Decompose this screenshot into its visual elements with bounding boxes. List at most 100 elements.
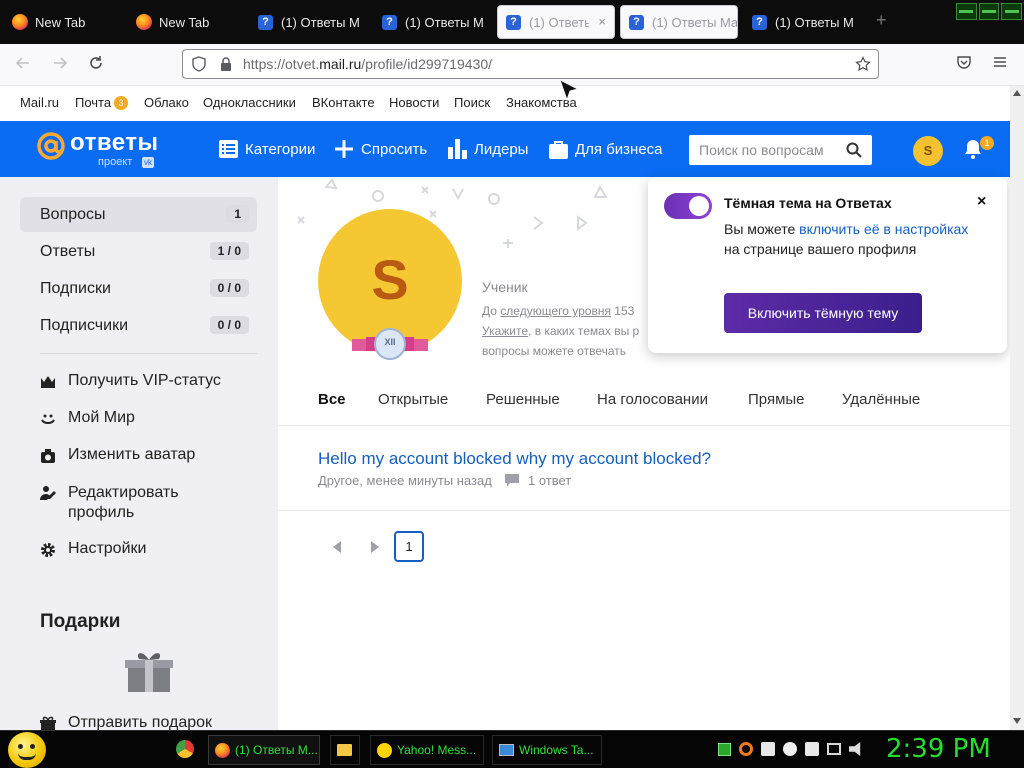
taskbar-item-yahoo[interactable]: Yahoo! Mess... — [370, 735, 484, 765]
lock-icon — [221, 57, 231, 71]
next-level-link[interactable]: следующего уровня — [500, 304, 611, 318]
tab-otvety-1[interactable]: ? (1) Ответы Ma — [250, 5, 360, 39]
tab-new-tab-1[interactable]: New Tab — [4, 5, 124, 39]
taskbar-item-folder[interactable] — [330, 735, 360, 765]
url-bar[interactable]: https://otvet.mail.ru/profile/id29971943… — [182, 49, 879, 79]
enable-dark-theme-button[interactable]: Включить тёмную тему — [724, 293, 922, 333]
minimize-button[interactable] — [956, 3, 977, 20]
tray-grid-icon[interactable] — [761, 742, 775, 756]
back-button[interactable] — [14, 54, 32, 76]
scroll-up-icon[interactable] — [1013, 90, 1021, 96]
sidebar-link-change-avatar[interactable]: Изменить аватар — [40, 446, 195, 464]
tab-direct[interactable]: Прямые — [748, 391, 805, 408]
otvety-icon: ? — [752, 14, 767, 30]
taskbar: (1) Ответы M... Yahoo! Mess... Windows T… — [0, 730, 1024, 768]
arrow-right-icon — [54, 57, 68, 69]
next-page-icon[interactable] — [370, 541, 380, 553]
sidebar-item-label: Вопросы — [40, 205, 106, 223]
page-number-button[interactable]: 1 — [394, 531, 424, 562]
tab-close-icon[interactable]: × — [598, 14, 606, 29]
browser-tab-strip: New Tab New Tab ? (1) Ответы Ma ? (1) От… — [0, 0, 1024, 44]
tab-all[interactable]: Все — [318, 391, 346, 408]
link-pochta[interactable]: Почта — [75, 95, 111, 110]
start-button[interactable] — [8, 732, 46, 768]
speaker-icon[interactable] — [849, 742, 861, 756]
tray-search-icon[interactable] — [739, 742, 753, 756]
tray-flag-icon[interactable] — [805, 742, 819, 756]
tab-new-tab-2[interactable]: New Tab — [128, 5, 248, 39]
sidebar-link-vip[interactable]: Получить VIP-статус — [40, 372, 221, 390]
link-odnoklassniki[interactable]: Одноклассники — [203, 95, 296, 110]
nav-leaders[interactable]: Лидеры — [448, 121, 528, 177]
tab-deleted[interactable]: Удалённые — [842, 391, 920, 408]
question-title-link[interactable]: Hello my account blocked why my account … — [318, 449, 711, 469]
link-poisk[interactable]: Поиск — [454, 95, 490, 110]
question-divider — [278, 510, 1010, 511]
forward-button[interactable] — [51, 54, 69, 76]
count-badge: 1 — [226, 205, 249, 223]
menu-icon[interactable] — [992, 54, 1008, 70]
tray-app-icon[interactable] — [718, 742, 731, 756]
sidebar-link-edit-profile[interactable]: Редактировать профиль — [40, 483, 240, 523]
tray-network-icon[interactable] — [827, 743, 841, 755]
new-tab-button[interactable]: + — [876, 10, 887, 31]
tab-resolved[interactable]: Решенные — [486, 391, 560, 408]
system-tray — [718, 739, 864, 759]
topics-hint-text-2: вопросы можете отвечать — [482, 344, 627, 358]
tab-voting[interactable]: На голосовании — [597, 391, 708, 408]
sidebar-item-questions[interactable]: Вопросы 1 — [20, 197, 257, 232]
sidebar-item-subscribers[interactable]: Подписчики 0 / 0 — [20, 308, 257, 343]
settings-link[interactable]: включить её в настройках — [799, 221, 968, 237]
taskbar-item-task-manager[interactable]: Windows Ta... — [492, 735, 602, 765]
gift-icon — [125, 653, 173, 692]
dark-theme-popup: Тёмная тема на Ответах Вы можете включит… — [648, 177, 1007, 353]
maximize-button[interactable] — [978, 3, 1000, 20]
specify-topics-link[interactable]: Укажите — [482, 324, 528, 338]
user-avatar[interactable]: S — [913, 136, 943, 166]
tab-open[interactable]: Открытые — [378, 391, 448, 408]
bar-chart-icon — [448, 139, 467, 159]
tab-label: (1) Ответы Ma — [652, 14, 737, 30]
sidebar-item-answers[interactable]: Ответы 1 / 0 — [20, 234, 257, 269]
sidebar: Вопросы 1 Ответы 1 / 0 Подписки 0 / 0 По… — [0, 177, 278, 731]
comment-icon — [505, 474, 519, 487]
otvety-icon: ? — [506, 14, 521, 30]
nav-business[interactable]: Для бизнеса — [549, 121, 663, 177]
logo-subtitle: проект — [98, 156, 133, 168]
chrome-icon[interactable] — [176, 740, 194, 758]
sidebar-link-settings[interactable]: Настройки — [40, 540, 146, 558]
search-input[interactable]: Поиск по вопросам — [689, 135, 872, 165]
tab-otvety-3[interactable]: ? (1) Ответы Ma — [620, 5, 738, 39]
link-mailru[interactable]: Mail.ru — [20, 95, 59, 110]
search-icon[interactable] — [846, 142, 862, 158]
pocket-icon[interactable] — [956, 54, 972, 70]
mouse-cursor-icon — [560, 80, 580, 102]
reload-button[interactable] — [87, 54, 105, 76]
nav-ask[interactable]: Спросить — [334, 121, 427, 177]
link-oblako[interactable]: Облако — [144, 95, 189, 110]
prev-page-icon[interactable] — [332, 541, 342, 553]
tab-label: New Tab — [159, 14, 210, 30]
tray-emoji-icon[interactable] — [783, 742, 797, 756]
tab-otvety-4[interactable]: ? (1) Ответы Ma — [744, 5, 854, 39]
list-icon — [219, 140, 238, 158]
sidebar-link-moy-mir[interactable]: Мой Мир — [40, 409, 135, 427]
close-icon[interactable]: × — [977, 193, 986, 211]
page-scrollbar[interactable] — [1010, 86, 1024, 730]
star-icon[interactable] — [855, 56, 871, 72]
nav-categories[interactable]: Категории — [219, 121, 315, 177]
link-novosti[interactable]: Новости — [389, 95, 439, 110]
scroll-down-icon[interactable] — [1013, 718, 1021, 724]
dark-theme-toggle[interactable] — [664, 193, 712, 219]
close-window-button[interactable] — [1001, 3, 1023, 20]
taskbar-item-firefox[interactable]: (1) Ответы M... — [208, 735, 320, 765]
link-vkontakte[interactable]: ВКонтакте — [312, 95, 375, 110]
tab-otvety-2[interactable]: ? (1) Ответы Ma — [374, 5, 484, 39]
sidebar-item-subscriptions[interactable]: Подписки 0 / 0 — [20, 271, 257, 306]
window-controls — [956, 3, 1023, 20]
sidebar-item-label: Ответы — [40, 242, 96, 260]
taskbar-clock[interactable]: 2:39 PM — [886, 734, 991, 764]
tab-otvety-active[interactable]: ? (1) Ответы × — [497, 5, 615, 39]
screen: New Tab New Tab ? (1) Ответы Ma ? (1) От… — [0, 0, 1024, 768]
answers-count[interactable]: 1 ответ — [528, 473, 571, 488]
